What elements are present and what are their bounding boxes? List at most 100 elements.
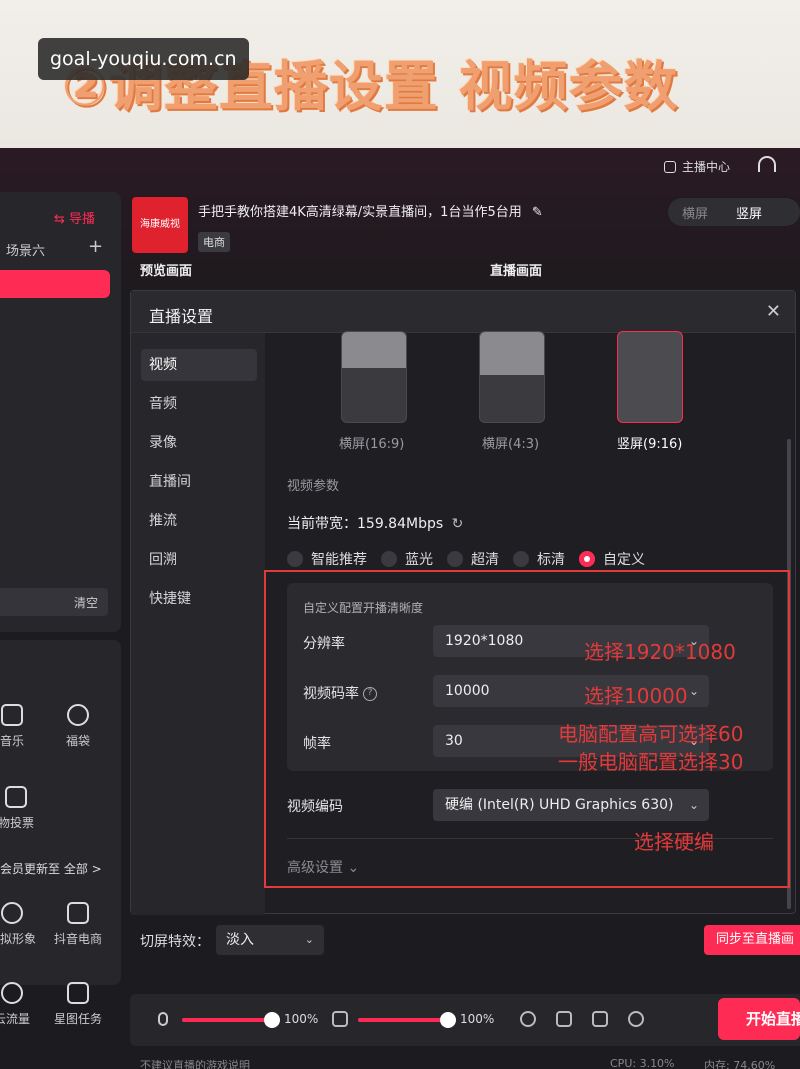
transition-value: 淡入 <box>226 932 254 948</box>
start-live-button[interactable]: 开始直播 <box>718 998 800 1040</box>
nav-live-room[interactable]: 直播间 <box>141 466 257 498</box>
status-tip[interactable]: 不建议直播的游戏说明 <box>140 1057 250 1069</box>
nav-record[interactable]: 录像 <box>141 427 257 459</box>
banner: ②调整直播设置 视频参数 goal-youqiu.com.cn <box>0 0 800 148</box>
tool-panel: 音乐 福袋 物投票 会员更新至 全部 > 虚拟形象 抖音电商 云流量 星图任务 <box>0 640 121 1026</box>
annotation-bitrate: 选择10000 <box>584 684 688 708</box>
tool-gift-bag[interactable]: 福袋 <box>48 704 108 749</box>
speaker-icon[interactable] <box>332 1011 348 1027</box>
radio-smart[interactable] <box>287 551 303 567</box>
nav-stream[interactable]: 推流 <box>141 505 257 537</box>
ratio-fill <box>480 332 544 376</box>
gift-bag-icon <box>67 704 89 726</box>
member-update[interactable]: 会员更新至 全部 > <box>0 860 102 877</box>
chart-icon <box>5 786 27 808</box>
tool-ecommerce[interactable]: 抖音电商 <box>48 902 108 947</box>
section-label: 视频参数 <box>287 479 340 494</box>
headset-icon[interactable] <box>758 156 776 172</box>
avatar-icon <box>1 902 23 924</box>
ratio-label: 竖屏(9:16) <box>617 437 683 452</box>
settings-nav: 视频 音频 录像 直播间 推流 回溯 快捷键 <box>131 333 265 915</box>
category-tag: 电商 <box>198 232 230 252</box>
nav-shortcut[interactable]: 快捷键 <box>141 583 257 615</box>
chart-icon <box>664 160 676 173</box>
clear-button[interactable]: 清空 <box>74 594 98 611</box>
music-icon <box>1 704 23 726</box>
transition-select[interactable]: 淡入 ⌄ <box>216 925 324 955</box>
tool-avatar[interactable]: 虚拟形象 <box>0 902 42 947</box>
nav-video[interactable]: 视频 <box>141 349 257 381</box>
speaker-volume-value: 100% <box>460 1012 495 1026</box>
tool-star-map[interactable]: 星图任务 <box>48 982 108 1027</box>
radio-sd[interactable] <box>513 551 529 567</box>
live-label: 直播画面 <box>490 264 543 279</box>
cart-icon <box>67 902 89 924</box>
refresh-icon[interactable]: ↻ <box>452 516 464 532</box>
tool-traffic[interactable]: 云流量 <box>0 982 42 1027</box>
orientation-toggle: 横屏 竖屏 <box>668 198 800 226</box>
video-icon[interactable] <box>592 1011 608 1027</box>
live-title-text: 手把手教你搭建4K高清绿幕/实景直播间，1台当作5台用 <box>198 205 522 220</box>
sync-to-live-button[interactable]: 同步至直播画 <box>704 925 800 955</box>
radio-custom[interactable] <box>579 551 595 567</box>
add-scene-icon[interactable]: + <box>88 236 103 257</box>
camera-switch-icon[interactable] <box>520 1011 536 1027</box>
speaker-volume-slider[interactable] <box>358 1018 448 1022</box>
radio-bluray[interactable] <box>381 551 397 567</box>
radio-label: 超清 <box>471 552 499 568</box>
audio-control-bar: 100% 100% <box>130 994 800 1046</box>
bandwidth-label: 当前带宽： <box>287 516 357 532</box>
speaker-volume-knob[interactable] <box>440 1012 456 1028</box>
dialog-header: 直播设置 ✕ <box>131 291 795 333</box>
anchor-center-link[interactable]: 主播中心 <box>664 158 730 175</box>
close-icon[interactable]: ✕ <box>766 301 781 322</box>
annotation-fps-low: 一般电脑配置选择30 <box>558 750 744 774</box>
status-memory: 内存: 74.60% <box>704 1059 776 1069</box>
mic-volume-slider[interactable] <box>182 1018 272 1022</box>
ratio-4-3[interactable] <box>479 331 545 423</box>
mic-volume-value: 100% <box>284 1012 319 1026</box>
ratio-fill <box>342 332 406 368</box>
ratio-9-16[interactable] <box>617 331 683 423</box>
screen-icon[interactable] <box>556 1011 572 1027</box>
nav-replay[interactable]: 回溯 <box>141 544 257 576</box>
clear-row: 清空 <box>0 588 108 616</box>
anchor-center-label: 主播中心 <box>682 160 731 174</box>
annotation-encoder: 选择硬编 <box>634 830 714 854</box>
guide-button[interactable]: ⇆ 导播 <box>54 208 95 227</box>
orient-landscape[interactable]: 横屏 <box>668 203 722 222</box>
tool-music[interactable]: 音乐 <box>0 704 42 749</box>
radio-label: 蓝光 <box>405 552 433 568</box>
quality-options: 智能推荐 蓝光 超清 标清 自定义 <box>287 549 645 569</box>
ratio-label: 横屏(16:9) <box>339 437 405 452</box>
guide-label: 导播 <box>69 212 96 227</box>
preview-label: 预览画面 <box>140 264 193 279</box>
chevron-down-icon: ⌄ <box>304 933 314 946</box>
live-room-logo: 海康威视 <box>132 197 188 253</box>
mic-volume-knob[interactable] <box>264 1012 280 1028</box>
radio-label: 智能推荐 <box>311 552 367 568</box>
tool-label: 福袋 <box>65 734 90 748</box>
tool-label: 抖音电商 <box>53 932 102 946</box>
live-title[interactable]: 手把手教你搭建4K高清绿幕/实景直播间，1台当作5台用 ✎ <box>198 201 543 220</box>
bandwidth-value: 159.84Mbps <box>357 516 444 532</box>
nav-audio[interactable]: 音频 <box>141 388 257 420</box>
tool-vote[interactable]: 物投票 <box>0 786 46 831</box>
tool-label: 星图任务 <box>53 1012 102 1026</box>
settings-icon[interactable] <box>628 1011 644 1027</box>
all-link[interactable]: 全部 > <box>64 862 102 876</box>
scene-tab[interactable]: 场景六 <box>6 240 45 259</box>
orient-portrait[interactable]: 竖屏 <box>722 203 776 222</box>
tool-label: 虚拟形象 <box>0 932 36 946</box>
mic-icon[interactable] <box>158 1012 168 1026</box>
edit-icon[interactable]: ✎ <box>532 205 543 220</box>
radio-hd[interactable] <box>447 551 463 567</box>
tool-label: 音乐 <box>0 734 24 748</box>
watermark: goal-youqiu.com.cn <box>38 38 249 80</box>
tool-label: 云流量 <box>0 1012 30 1026</box>
annotation-fps-high: 电脑配置高可选择60 <box>558 722 744 746</box>
ratio-label: 横屏(4:3) <box>482 437 540 452</box>
ratio-16-9[interactable] <box>341 331 407 423</box>
member-update-label: 会员更新至 <box>0 862 61 876</box>
active-scene-item[interactable] <box>0 270 110 298</box>
